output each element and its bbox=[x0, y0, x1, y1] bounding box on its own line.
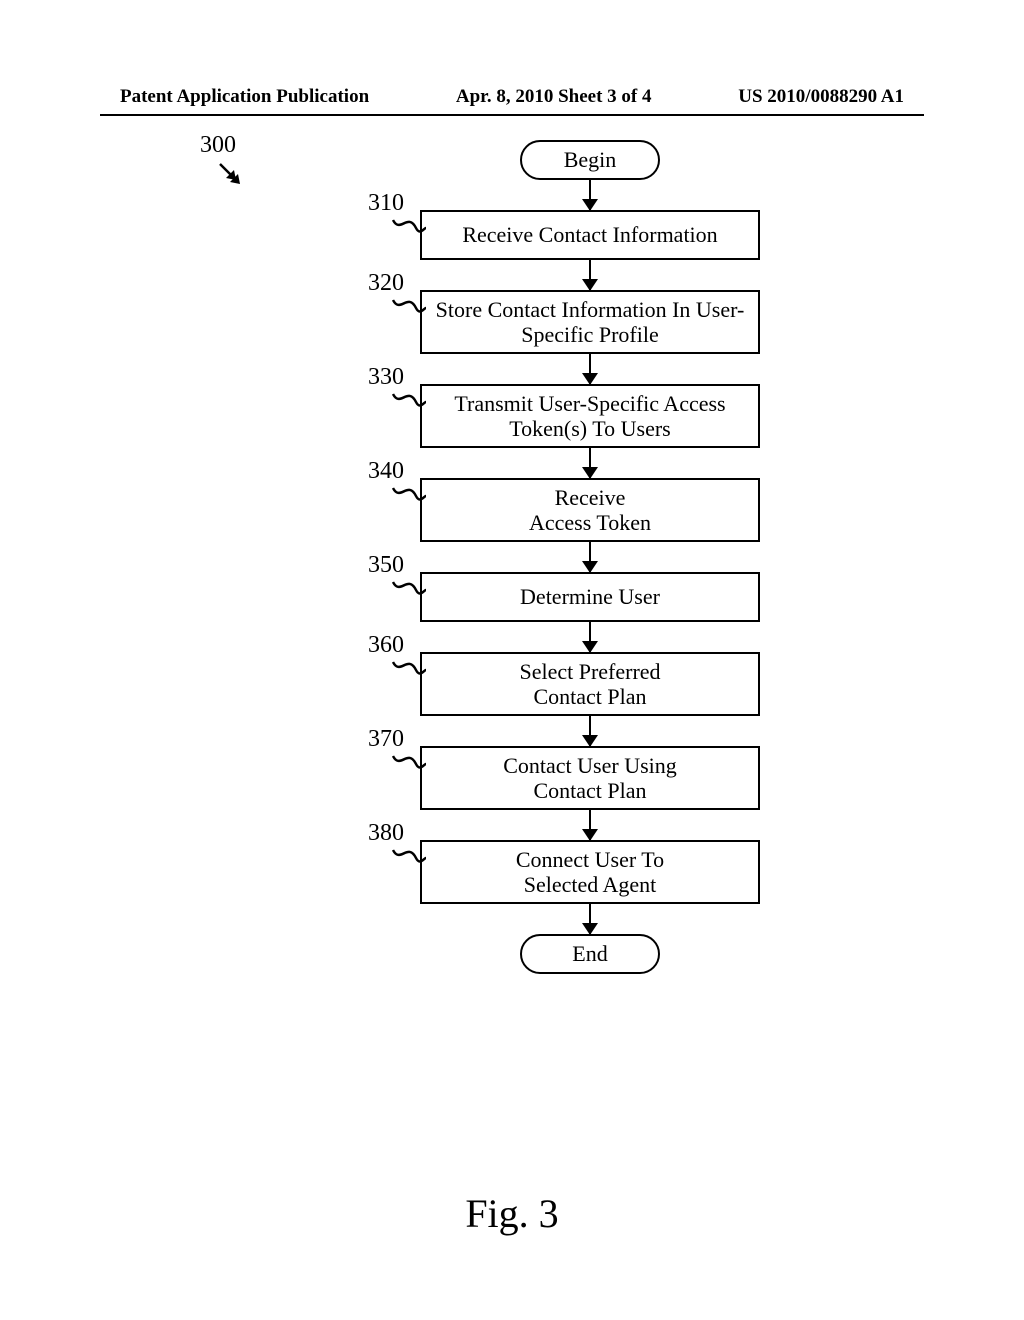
page: Patent Application Publication Apr. 8, 2… bbox=[0, 0, 1024, 1320]
ref-370: 370 bbox=[368, 726, 404, 753]
ref-330: 330 bbox=[368, 364, 404, 391]
flowchart: Begin Receive Contact Information Store … bbox=[420, 140, 760, 974]
header-center: Apr. 8, 2010 Sheet 3 of 4 bbox=[456, 86, 652, 108]
arrow-down-icon bbox=[589, 260, 592, 290]
arrow-down-icon bbox=[589, 448, 592, 478]
step-350: Determine User bbox=[420, 572, 760, 622]
ref-340: 340 bbox=[368, 458, 404, 485]
step-340: ReceiveAccess Token bbox=[420, 478, 760, 542]
arrow-down-icon bbox=[589, 354, 592, 384]
figure-reference-300: 300 bbox=[200, 132, 236, 159]
arrow-down-icon bbox=[589, 180, 592, 210]
arrow-down-icon bbox=[589, 716, 592, 746]
ref-320: 320 bbox=[368, 270, 404, 297]
step-370: Contact User UsingContact Plan bbox=[420, 746, 760, 810]
header-rule bbox=[100, 114, 924, 116]
step-330: Transmit User-Specific Access Token(s) T… bbox=[420, 384, 760, 448]
arrow-down-icon bbox=[589, 904, 592, 934]
step-320: Store Contact Information In User-Specif… bbox=[420, 290, 760, 354]
terminal-end: End bbox=[520, 934, 660, 974]
arrow-down-icon bbox=[589, 810, 592, 840]
step-360: Select PreferredContact Plan bbox=[420, 652, 760, 716]
header-row: Patent Application Publication Apr. 8, 2… bbox=[0, 86, 1024, 114]
ref-350: 350 bbox=[368, 552, 404, 579]
arrow-icon bbox=[216, 160, 246, 190]
figure-caption: Fig. 3 bbox=[0, 1190, 1024, 1237]
ref-310: 310 bbox=[368, 190, 404, 217]
arrow-down-icon bbox=[589, 622, 592, 652]
ref-360: 360 bbox=[368, 632, 404, 659]
page-header: Patent Application Publication Apr. 8, 2… bbox=[0, 86, 1024, 116]
header-left: Patent Application Publication bbox=[120, 86, 369, 108]
step-310: Receive Contact Information bbox=[420, 210, 760, 260]
header-right: US 2010/0088290 A1 bbox=[738, 86, 904, 108]
step-380: Connect User ToSelected Agent bbox=[420, 840, 760, 904]
ref-380: 380 bbox=[368, 820, 404, 847]
arrow-down-icon bbox=[589, 542, 592, 572]
terminal-begin: Begin bbox=[520, 140, 660, 180]
